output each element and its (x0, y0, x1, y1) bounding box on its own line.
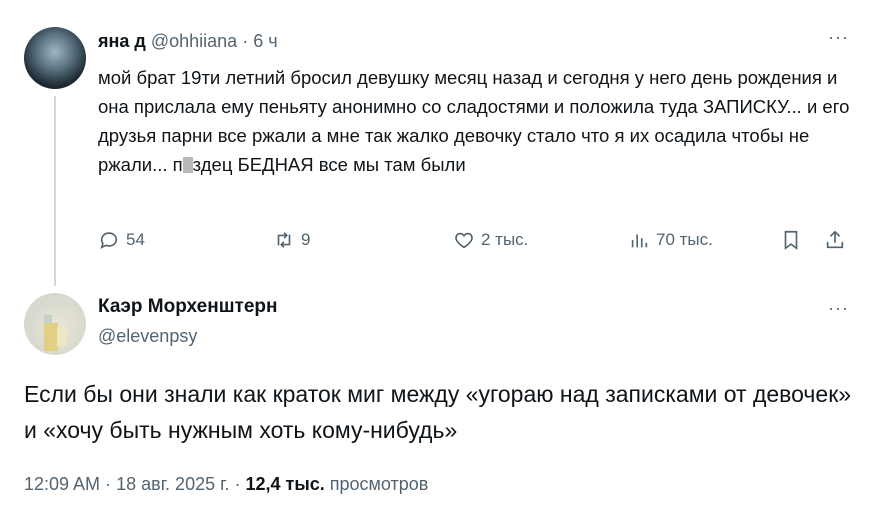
analytics-icon (631, 234, 648, 248)
censor-blur (182, 157, 193, 173)
meta-separator-1: · (105, 474, 112, 494)
heart-icon (455, 232, 473, 249)
views-count: 70 тыс. (656, 230, 713, 249)
avatar-image (44, 315, 67, 351)
repost-count: 9 (301, 230, 311, 249)
parent-time-ago[interactable]: 6 ч (253, 31, 277, 51)
parent-text-part-2: здец БЕДНАЯ все мы там были (192, 154, 466, 175)
main-author-name[interactable]: Каэр Морхенштерн (98, 296, 278, 318)
parent-author-name[interactable]: яна д (98, 31, 146, 51)
tweet-meta: 12:09 AM · 18 авг. 2025 г. · 12,4 тыс. п… (24, 474, 428, 495)
views-total: 12,4 тыс. (245, 474, 325, 494)
parent-tweet-header: яна д @ohhiiana · 6 ч (98, 31, 278, 52)
parent-more-icon[interactable]: ··· (828, 27, 849, 48)
views-label: просмотров (329, 474, 429, 494)
parent-author-avatar[interactable] (24, 27, 86, 89)
share-button[interactable] (824, 229, 846, 251)
repost-button[interactable]: 9 (273, 229, 310, 251)
reply-count: 54 (126, 230, 145, 249)
reply-icon (100, 232, 118, 249)
parent-action-bar: 54 9 2 тыс. 70 тыс. (98, 229, 858, 255)
tweet-date[interactable]: 18 авг. 2025 г. (116, 474, 229, 494)
like-count: 2 тыс. (481, 230, 529, 249)
parent-author-handle[interactable]: @ohhiiana (151, 31, 237, 51)
header-separator: · (242, 31, 249, 51)
tweet-time[interactable]: 12:09 AM (24, 474, 100, 494)
like-button[interactable]: 2 тыс. (453, 229, 528, 251)
share-icon (826, 230, 844, 249)
parent-tweet-text: мой брат 19ти летний бросил девушку меся… (98, 63, 858, 179)
bookmark-button[interactable] (780, 229, 802, 251)
thread-connector-line (54, 96, 56, 286)
meta-separator-2: · (234, 474, 241, 494)
reply-button[interactable]: 54 (98, 229, 145, 251)
main-more-icon[interactable]: ··· (828, 298, 849, 319)
main-author-handle[interactable]: @elevenpsy (98, 326, 197, 347)
repost-icon (277, 232, 291, 248)
bookmark-icon (784, 230, 798, 250)
main-tweet-text: Если бы они знали как краток миг между «… (24, 381, 852, 443)
main-author-avatar[interactable] (24, 293, 86, 355)
views-button[interactable]: 70 тыс. (628, 229, 713, 251)
